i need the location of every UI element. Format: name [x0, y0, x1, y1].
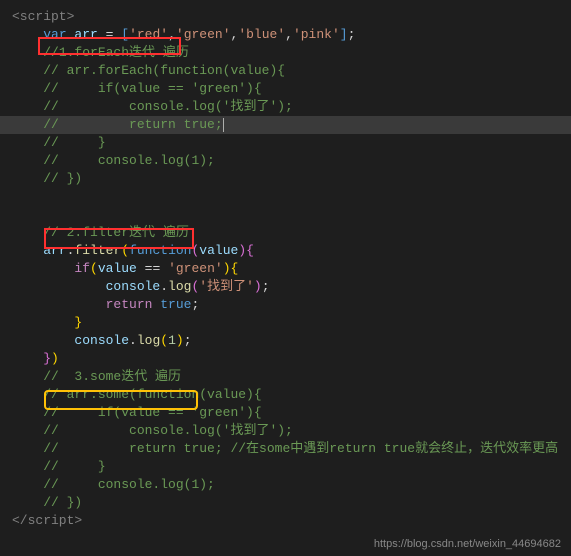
code-line: // arr.forEach(function(value){: [0, 62, 571, 80]
code-line: <script>: [0, 8, 571, 26]
watermark-text: https://blog.csdn.net/weixin_44694682: [374, 538, 561, 550]
code-line: console.log('找到了');: [0, 278, 571, 296]
code-line: if(value == 'green'){: [0, 260, 571, 278]
code-line: // console.log(1);: [0, 476, 571, 494]
code-line: // }: [0, 458, 571, 476]
code-line: // console.log(1);: [0, 152, 571, 170]
code-line: // if(value == 'green'){: [0, 80, 571, 98]
code-line: [0, 206, 571, 224]
code-editor[interactable]: <script> var arr = ['red','green','blue'…: [0, 0, 571, 538]
code-line: }): [0, 350, 571, 368]
code-line: </script>: [0, 512, 571, 530]
code-line: //1.forEach迭代 遍历: [0, 44, 571, 62]
code-line: arr.filter(function(value){: [0, 242, 571, 260]
code-line: // }: [0, 134, 571, 152]
code-line: // 3.some迭代 遍历: [0, 368, 571, 386]
code-line: // arr.some(function(value){: [0, 386, 571, 404]
code-line-highlighted: // return true;: [0, 116, 571, 134]
code-line: // if(value == 'green'){: [0, 404, 571, 422]
code-line: }: [0, 314, 571, 332]
code-line: // console.log('找到了');: [0, 422, 571, 440]
code-line: var arr = ['red','green','blue','pink'];: [0, 26, 571, 44]
text-cursor: [223, 118, 224, 132]
code-line: [0, 188, 571, 206]
code-line: console.log(1);: [0, 332, 571, 350]
code-line: // console.log('找到了');: [0, 98, 571, 116]
code-line: // }): [0, 494, 571, 512]
code-line: return true;: [0, 296, 571, 314]
code-line: // return true; //在some中遇到return true就会终…: [0, 440, 571, 458]
code-line: // }): [0, 170, 571, 188]
code-line: // 2.filter迭代 遍历: [0, 224, 571, 242]
